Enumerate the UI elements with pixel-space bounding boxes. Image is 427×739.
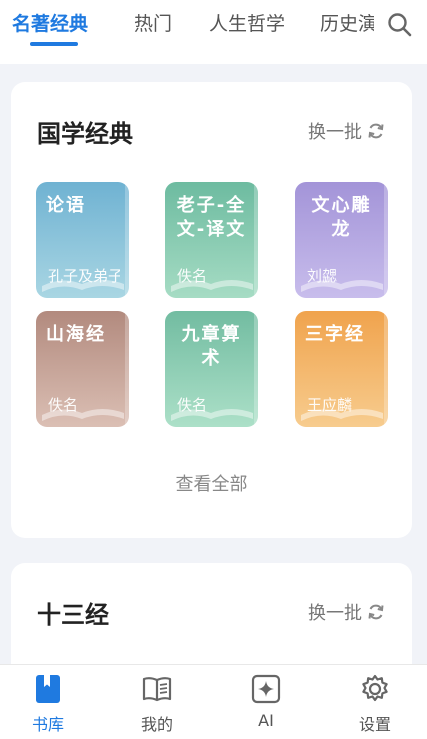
refresh-label: 换一批 [308, 122, 362, 143]
book-spine [254, 182, 258, 298]
tab-history-label: 历史演 [320, 13, 374, 35]
search-button[interactable] [386, 11, 414, 39]
book-title: 山海经 [46, 324, 106, 345]
bottom-navigation: 书库 我的 AI 设置 [0, 664, 427, 739]
book-spine [125, 182, 129, 298]
tab-popular[interactable]: 热门 [134, 9, 172, 36]
nav-library[interactable]: 书库 [13, 673, 83, 735]
book-title: 老子-全文-译文 [176, 195, 247, 240]
book-card[interactable]: 山海经 佚名 [36, 311, 129, 427]
refresh-batch-button[interactable]: 换一批 [308, 118, 386, 144]
book-author: 王应麟 [307, 396, 353, 414]
book-title: 论语 [46, 195, 86, 216]
book-card[interactable]: 论语 孔子及弟子 [36, 182, 129, 298]
tab-history[interactable]: 历史演 [320, 9, 374, 39]
book-spine [125, 311, 129, 427]
bookmark-book-icon [36, 675, 60, 703]
book-card[interactable]: 三字经 王应麟 [295, 311, 388, 427]
nav-label: 我的 [140, 715, 173, 734]
nav-ai[interactable]: AI [231, 673, 301, 730]
refresh-label: 换一批 [308, 603, 362, 624]
nav-label: 书库 [31, 715, 64, 734]
book-card[interactable]: 老子-全文-译文 佚名 [165, 182, 258, 298]
book-spine [384, 182, 388, 298]
refresh-batch-button[interactable]: 换一批 [308, 599, 386, 625]
view-all-link[interactable]: 查看全部 [11, 470, 412, 496]
book-author: 佚名 [177, 396, 208, 414]
book-author: 佚名 [48, 396, 79, 414]
top-tab-bar: 名著经典 热门 人生哲学 历史演 [0, 0, 427, 64]
classics-section-card: 国学经典 换一批 论语 孔子及弟子 老子-全文-译文 佚名 文心雕龙 刘勰 山海… [11, 82, 412, 538]
refresh-icon [368, 604, 384, 620]
book-author: 孔子及弟子 [48, 267, 120, 285]
nav-label: AI [258, 711, 274, 730]
refresh-icon [368, 123, 384, 139]
nav-mine[interactable]: 我的 [122, 673, 192, 735]
book-title: 三字经 [305, 324, 365, 345]
tab-life-philosophy[interactable]: 人生哲学 [209, 9, 285, 36]
active-tab-indicator [30, 42, 78, 46]
book-card[interactable]: 九章算术 佚名 [165, 311, 258, 427]
section-title: 十三经 [37, 601, 109, 629]
section-title: 国学经典 [37, 120, 133, 148]
book-spine [384, 311, 388, 427]
book-spine [254, 311, 258, 427]
nav-settings[interactable]: 设置 [340, 673, 410, 735]
sparkle-icon [251, 674, 281, 704]
book-title: 九章算术 [181, 324, 242, 369]
tab-classics[interactable]: 名著经典 [12, 9, 88, 36]
search-icon [388, 13, 412, 37]
book-card[interactable]: 文心雕龙 刘勰 [295, 182, 388, 298]
open-book-icon [142, 677, 172, 702]
nav-label: 设置 [358, 715, 391, 734]
book-author: 刘勰 [307, 267, 338, 285]
gear-icon [362, 674, 388, 702]
book-title: 文心雕龙 [311, 195, 372, 240]
book-author: 佚名 [177, 267, 208, 285]
